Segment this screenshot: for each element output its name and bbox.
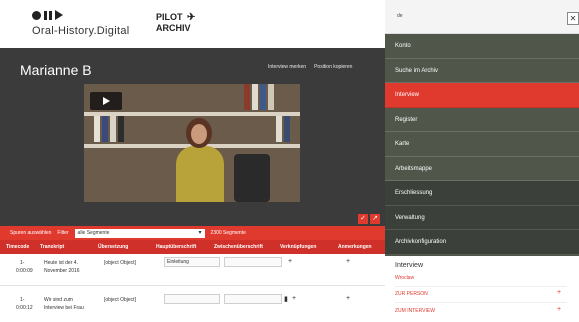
stage-actions: Interview merken Position kopieren <box>268 64 352 70</box>
play-button[interactable] <box>90 92 122 110</box>
expand-interview-icon[interactable]: + <box>557 306 561 313</box>
col-notes: Anmerkungen <box>338 244 372 250</box>
col-links: Verknüpfungen <box>280 244 317 250</box>
main-heading-input[interactable]: Einleitung <box>164 257 220 267</box>
transcript-line[interactable]: Wir sind zum <box>44 297 73 303</box>
bookmark-icon[interactable]: ▮ <box>284 295 288 303</box>
expand-person-icon[interactable]: + <box>557 289 561 296</box>
binder <box>284 116 290 142</box>
play-icon <box>55 10 63 20</box>
person-face <box>191 124 207 144</box>
segment-table-header: Timecode Transkript Übersetzung Hauptübe… <box>0 240 390 254</box>
segment-count: 2300 Segmente <box>210 230 246 236</box>
record-icon <box>32 10 41 20</box>
menu-item-archive-config[interactable]: Archivkonfiguration <box>385 230 579 255</box>
binder <box>102 116 108 142</box>
binder <box>118 116 124 142</box>
panel-title: Interview <box>395 262 424 269</box>
timecode: 0:00:12 <box>16 305 33 311</box>
table-row[interactable]: 1- 0:00:09 Heute ist der 4. November 201… <box>0 254 390 286</box>
chair <box>234 154 270 202</box>
col-translation: Übersetzung <box>98 244 129 250</box>
shelf <box>84 112 300 116</box>
archive-label: ARCHIV <box>156 23 191 33</box>
pin-icon[interactable]: ✓ <box>358 214 368 224</box>
interview-panel: Interview Wroclaw ZUR PERSON + ZUM INTER… <box>385 256 579 322</box>
col-main-heading: Hauptüberschrift <box>156 244 197 250</box>
menu-item-indexing[interactable]: Erschliessung <box>385 181 579 206</box>
col-timecode: Timecode <box>6 244 30 250</box>
divider <box>395 302 567 303</box>
stage-tool-buttons: ✓ ↗ <box>358 214 380 224</box>
menu-item-map[interactable]: Karte <box>385 132 579 157</box>
add-note-icon[interactable]: + <box>346 295 350 302</box>
video-player[interactable] <box>84 84 300 202</box>
timecode-index: 1- <box>20 260 25 266</box>
add-link-icon[interactable]: + <box>288 258 292 265</box>
pilot-archive-badge: PILOT ✈ ARCHIV <box>156 12 195 34</box>
close-icon[interactable]: ✕ <box>567 12 579 25</box>
person-body <box>176 146 224 202</box>
add-link-icon[interactable]: + <box>292 295 296 302</box>
track-select-label[interactable]: Spuren auswählen <box>10 230 51 236</box>
airplane-icon: ✈ <box>187 12 196 23</box>
pause-icon <box>44 10 52 20</box>
binder <box>110 116 116 142</box>
play-icon <box>102 97 110 105</box>
binder <box>244 84 250 110</box>
col-subheading: Zwischenüberschrift <box>214 244 263 250</box>
segment-filter-select[interactable]: alle Segmente <box>74 228 205 238</box>
interviewee-name: Marianne B <box>20 62 92 78</box>
filter-label: Filter <box>57 230 69 236</box>
transcript-line[interactable]: Heute ist der 4. <box>44 260 78 266</box>
translation-cell[interactable]: [object Object] <box>104 297 136 303</box>
side-menu: de ✕ Konto Suche im Archiv Interview Reg… <box>385 0 579 322</box>
menu-item-search-archive[interactable]: Suche im Archiv <box>385 59 579 83</box>
panel-location[interactable]: Wroclaw <box>395 275 414 281</box>
top-header: Oral-History.Digital PILOT ✈ ARCHIV <box>0 0 390 48</box>
about-person-link[interactable]: ZUR PERSON <box>395 291 428 297</box>
menu-item-register[interactable]: Register <box>385 108 579 132</box>
app-root: Oral-History.Digital PILOT ✈ ARCHIV Mari… <box>0 0 579 322</box>
subheading-input[interactable] <box>224 294 282 304</box>
segment-filter-bar: Spuren auswählen Filter alle Segmente 23… <box>0 226 390 240</box>
logo-mark[interactable] <box>32 10 63 20</box>
menu-item-administration[interactable]: Verwaltung <box>385 205 579 230</box>
logo-text[interactable]: Oral-History.Digital <box>32 25 129 37</box>
table-row[interactable]: 1- 0:00:12 Wir sind zum Interview bei Fr… <box>0 291 390 322</box>
binder <box>94 116 100 142</box>
menu-item-account[interactable]: Konto <box>385 34 579 59</box>
translation-cell[interactable]: [object Object] <box>104 260 136 266</box>
binder <box>276 116 282 142</box>
main-heading-input[interactable] <box>164 294 220 304</box>
add-note-icon[interactable]: + <box>346 258 350 265</box>
divider <box>395 286 567 287</box>
transcript-line[interactable]: Interview bei Frau <box>44 305 84 311</box>
binder <box>268 84 274 110</box>
timecode: 0:00:09 <box>16 268 33 274</box>
language-switch[interactable]: de <box>397 13 403 19</box>
about-interview-link[interactable]: ZUM INTERVIEW <box>395 308 435 314</box>
binder <box>252 84 258 110</box>
binder <box>260 84 266 110</box>
menu-top-bar: de ✕ <box>385 0 579 34</box>
timecode-index: 1- <box>20 297 25 303</box>
subheading-input[interactable] <box>224 257 282 267</box>
menu-item-interview[interactable]: Interview <box>385 83 579 108</box>
col-transcript: Transkript <box>40 244 65 250</box>
bookmark-interview-button[interactable]: Interview merken <box>268 64 306 70</box>
menu-item-workbook[interactable]: Arbeitsmappe <box>385 157 579 181</box>
transcript-line[interactable]: November 2016 <box>44 268 80 274</box>
player-stage: Marianne B Interview merken Position kop… <box>0 48 390 226</box>
pilot-label: PILOT <box>156 12 183 22</box>
copy-position-button[interactable]: Position kopieren <box>314 64 352 70</box>
expand-icon[interactable]: ↗ <box>370 214 380 224</box>
